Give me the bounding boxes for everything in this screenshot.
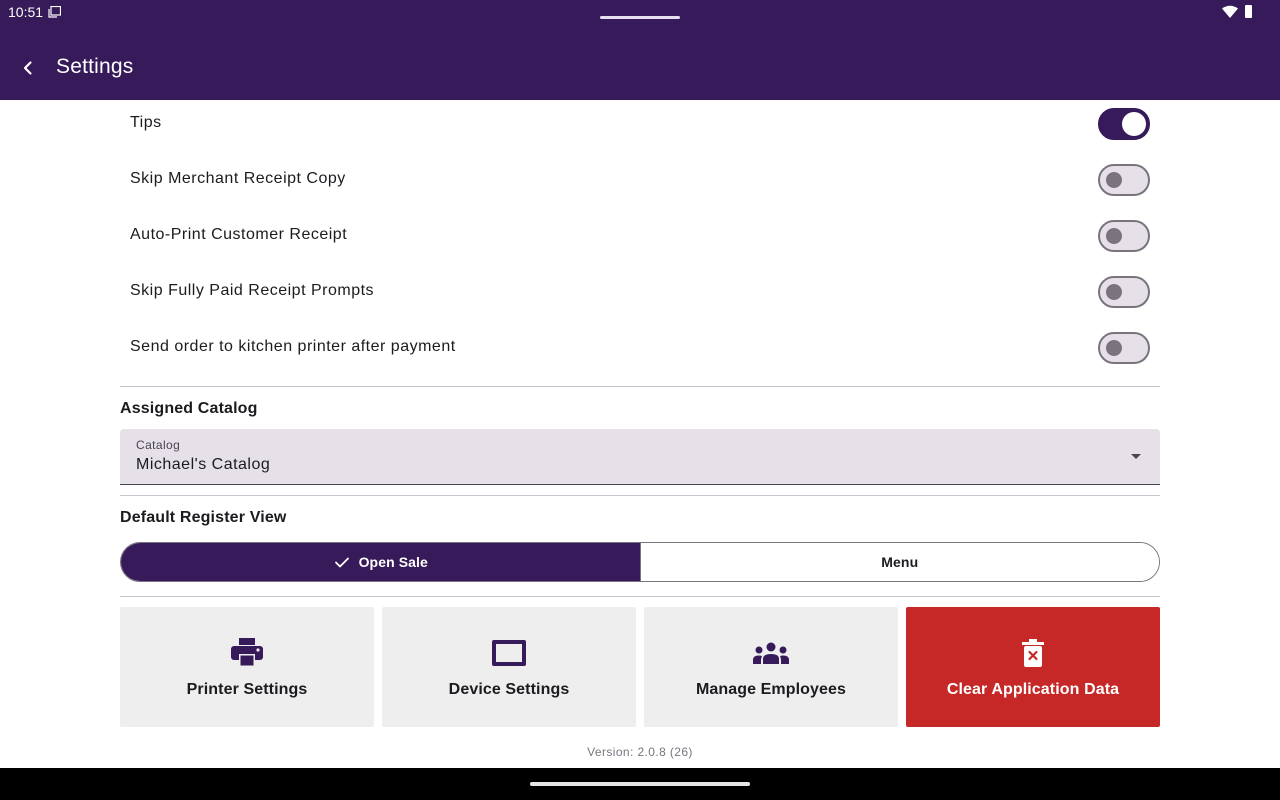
kitchen-printer-switch[interactable]	[1098, 332, 1150, 364]
switch-thumb	[1106, 228, 1122, 244]
tile-label: Printer Settings	[186, 681, 308, 698]
segment-menu[interactable]: Menu	[639, 543, 1159, 581]
version-text: Version: 2.0.8 (26)	[587, 745, 693, 759]
check-icon	[334, 557, 349, 568]
assigned-catalog-heading: Assigned Catalog	[120, 400, 258, 417]
settings-action-tiles: Printer Settings Device Settings Manage …	[120, 607, 1160, 727]
tile-label: Device Settings	[448, 681, 570, 698]
tablet-icon	[491, 637, 527, 669]
segment-label: Menu	[881, 554, 919, 570]
status-time: 10:51	[8, 4, 44, 20]
tips-switch[interactable]	[1098, 108, 1150, 140]
app-bar: Settings	[0, 24, 1280, 100]
manage-employees-button[interactable]: Manage Employees	[644, 607, 898, 727]
toggle-row-kitchen-printer: Send order to kitchen printer after paym…	[120, 324, 1160, 380]
toggle-row-auto-print-receipt: Auto-Print Customer Receipt	[120, 212, 1160, 268]
divider	[120, 386, 1160, 387]
divider	[120, 596, 1160, 597]
toggle-row-tips: Tips	[120, 100, 1160, 156]
tile-label: Manage Employees	[695, 681, 847, 698]
divider	[120, 495, 1160, 496]
dropdown-arrow-icon	[1131, 454, 1141, 459]
catalog-field-label: Catalog	[136, 438, 181, 452]
register-view-segmented-control: Open Sale Menu	[120, 542, 1160, 582]
wifi-icon	[1222, 5, 1238, 18]
toggle-row-skip-merchant-receipt: Skip Merchant Receipt Copy	[120, 156, 1160, 212]
tile-label: Clear Application Data	[946, 681, 1120, 698]
settings-content: Tips Skip Merchant Receipt Copy Auto-Pri…	[120, 100, 1160, 759]
segment-label: Open Sale	[358, 554, 428, 570]
switch-thumb	[1106, 340, 1122, 356]
toggle-label: Send order to kitchen printer after paym…	[130, 338, 456, 355]
toggle-label: Auto-Print Customer Receipt	[130, 226, 348, 243]
segment-open-sale[interactable]: Open Sale	[121, 543, 640, 581]
switch-thumb	[1106, 172, 1122, 188]
switch-thumb	[1106, 284, 1122, 300]
default-register-view-heading: Default Register View	[120, 509, 287, 526]
clear-application-data-button[interactable]: Clear Application Data	[906, 607, 1160, 727]
group-icon	[753, 637, 789, 669]
catalog-value: Michael's Catalog	[136, 456, 271, 473]
status-bar: 10:51	[0, 0, 1280, 24]
catalog-dropdown[interactable]: Catalog Michael's Catalog	[120, 429, 1160, 485]
auto-print-receipt-switch[interactable]	[1098, 220, 1150, 252]
switch-thumb	[1122, 112, 1146, 136]
navigation-bar	[0, 768, 1280, 800]
printer-settings-button[interactable]: Printer Settings	[120, 607, 374, 727]
device-settings-button[interactable]: Device Settings	[382, 607, 636, 727]
toggle-row-skip-paid-prompts: Skip Fully Paid Receipt Prompts	[120, 268, 1160, 324]
delete-icon	[1015, 637, 1051, 669]
chevron-left-icon	[23, 61, 32, 75]
skip-merchant-receipt-switch[interactable]	[1098, 164, 1150, 196]
back-button[interactable]	[12, 52, 44, 84]
notification-icon	[48, 6, 61, 18]
page-title: Settings	[56, 55, 134, 78]
toggle-label: Tips	[130, 114, 162, 131]
status-drag-handle	[600, 16, 680, 19]
home-gesture-handle[interactable]	[530, 782, 750, 786]
battery-icon	[1245, 5, 1252, 18]
skip-paid-prompts-switch[interactable]	[1098, 276, 1150, 308]
printer-icon	[229, 637, 265, 669]
toggle-label: Skip Merchant Receipt Copy	[130, 170, 346, 187]
toggle-label: Skip Fully Paid Receipt Prompts	[130, 282, 375, 299]
